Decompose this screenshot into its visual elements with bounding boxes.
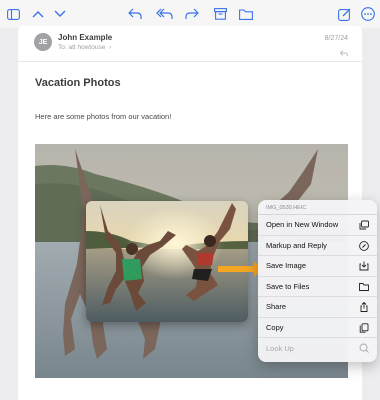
- menu-file-name: IMG_0530.HEIC: [258, 200, 377, 215]
- menu-item-open-in-new-window[interactable]: Open in New Window: [258, 215, 377, 236]
- chevron-up-icon[interactable]: [31, 5, 45, 23]
- menu-item-label: Share: [266, 302, 287, 312]
- markup-icon: [359, 240, 369, 251]
- menu-item-label: Look Up: [266, 343, 294, 353]
- menu-item-copy[interactable]: Copy: [258, 318, 377, 338]
- context-menu: IMG_0530.HEIC Open in New Window Markup …: [258, 200, 377, 362]
- menu-item-label: Save Image: [266, 261, 307, 271]
- new-window-icon: [359, 220, 369, 230]
- sidebar-icon[interactable]: [5, 5, 21, 23]
- mail-toolbar: [0, 0, 380, 28]
- archive-icon[interactable]: [212, 5, 228, 23]
- menu-item-save-to-files[interactable]: Save to Files: [258, 277, 377, 297]
- menu-item-markup-and-reply[interactable]: Markup and Reply: [258, 236, 377, 256]
- menu-item-share[interactable]: Share: [258, 297, 377, 318]
- chevron-down-icon[interactable]: [53, 5, 67, 23]
- menu-item-label: Open in New Window: [266, 220, 339, 230]
- folder-icon[interactable]: [238, 5, 254, 23]
- compose-icon[interactable]: [336, 5, 352, 23]
- reply-all-icon[interactable]: [155, 5, 173, 23]
- menu-item-save-image[interactable]: Save Image: [258, 256, 377, 277]
- reply-icon[interactable]: [127, 5, 143, 23]
- menu-item-label: Copy: [266, 322, 284, 332]
- more-icon[interactable]: [360, 5, 376, 23]
- menu-item-label: Markup and Reply: [266, 240, 327, 250]
- forward-icon[interactable]: [184, 5, 200, 23]
- copy-icon: [359, 322, 369, 333]
- look-up-icon: [359, 343, 369, 353]
- share-icon: [359, 301, 369, 312]
- save-image-icon: [359, 261, 369, 271]
- folder-icon: [359, 282, 369, 292]
- menu-item-label: Save to Files: [266, 281, 310, 291]
- menu-item-look-up: Look Up: [258, 338, 377, 359]
